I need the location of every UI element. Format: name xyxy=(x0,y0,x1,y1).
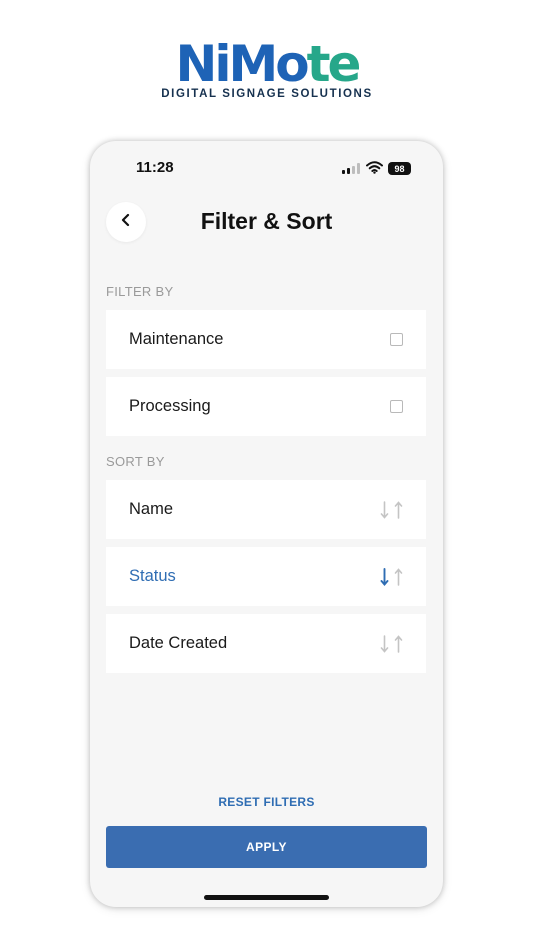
sort-arrows-icon[interactable] xyxy=(380,567,403,586)
filter-option-label: Maintenance xyxy=(129,330,224,348)
logo-tagline: DIGITAL SIGNAGE SOLUTIONS xyxy=(161,88,373,100)
arrow-up-icon xyxy=(394,567,403,586)
sort-option-status[interactable]: Status xyxy=(106,547,426,606)
phone-screen: 11:28 98 Filter & Sort FILTER BY Mainten… xyxy=(90,141,443,907)
sort-option-name[interactable]: Name xyxy=(106,480,426,539)
arrow-down-icon xyxy=(380,567,389,586)
filter-option-processing[interactable]: Processing xyxy=(106,377,426,436)
reset-filters-button[interactable]: RESET FILTERS xyxy=(90,795,443,809)
filter-option-label: Processing xyxy=(129,397,211,415)
status-bar: 11:28 98 xyxy=(90,141,443,191)
status-time: 11:28 xyxy=(136,159,174,176)
wifi-icon xyxy=(366,161,383,179)
arrow-down-icon xyxy=(380,634,389,653)
battery-icon: 98 xyxy=(388,162,411,175)
page-title: Filter & Sort xyxy=(200,208,333,234)
home-indicator[interactable] xyxy=(204,895,329,900)
sort-option-label: Status xyxy=(129,567,176,585)
checkbox-icon[interactable] xyxy=(390,400,403,413)
filter-option-maintenance[interactable]: Maintenance xyxy=(106,310,426,369)
cellular-signal-icon xyxy=(342,163,360,174)
sort-by-label: SORT BY xyxy=(106,454,165,469)
nimote-logo: NiMote DIGITAL SIGNAGE SOLUTIONS xyxy=(0,38,534,100)
sort-arrows-icon[interactable] xyxy=(380,634,403,653)
checkbox-icon[interactable] xyxy=(390,333,403,346)
sort-option-label: Date Created xyxy=(129,634,228,652)
arrow-up-icon xyxy=(394,634,403,653)
sort-arrows-icon[interactable] xyxy=(380,500,403,519)
sort-option-label: Name xyxy=(129,500,174,518)
apply-button[interactable]: APPLY xyxy=(106,826,427,868)
arrow-down-icon xyxy=(380,500,389,519)
logo-wordmark: NiMote xyxy=(175,35,362,93)
arrow-up-icon xyxy=(394,500,403,519)
filter-by-label: FILTER BY xyxy=(106,284,174,299)
sort-option-date-created[interactable]: Date Created xyxy=(106,614,426,673)
